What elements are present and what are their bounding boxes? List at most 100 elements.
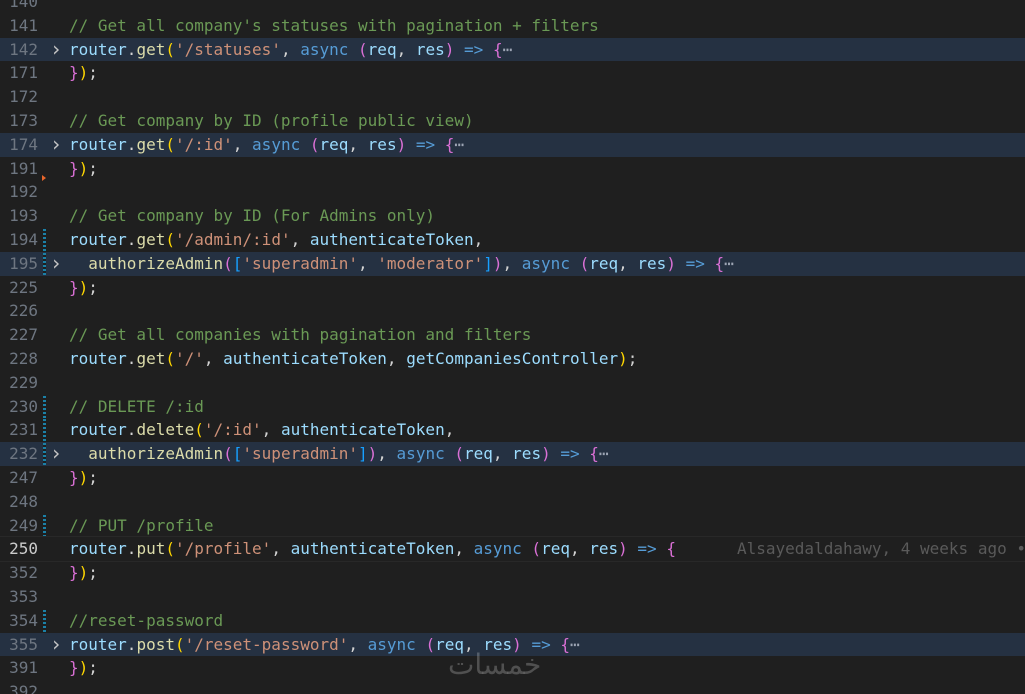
code-line[interactable]: 195 › authorizeAdmin(['superadmin', 'mode… <box>0 251 1025 276</box>
line-number: 391 <box>9 658 38 678</box>
code-token: => <box>560 444 580 464</box>
code-token: ( <box>165 134 175 154</box>
folded-ellipsis-icon[interactable]: ⋯ <box>724 254 734 273</box>
line-number: 353 <box>9 586 38 606</box>
code-line[interactable]: 228 router.get('/', authenticateToken, ge… <box>0 347 1025 371</box>
code-line[interactable]: 140 <box>0 0 1025 14</box>
code-token: req <box>589 253 619 273</box>
code-token: ; <box>88 277 98 297</box>
code-token: ( <box>309 134 320 154</box>
line-number: 192 <box>9 182 38 202</box>
git-change-indicator[interactable] <box>43 228 46 251</box>
code-line[interactable]: 173 // Get company by ID (profile public … <box>0 109 1025 133</box>
git-change-indicator[interactable] <box>43 443 46 466</box>
fold-chevron-icon[interactable]: › <box>49 633 63 655</box>
code-line[interactable]: 392 <box>0 680 1025 694</box>
code-line[interactable]: 354 //reset-password <box>0 609 1025 633</box>
git-change-indicator[interactable] <box>43 419 46 442</box>
code-token: ) <box>396 134 407 154</box>
code-text: router.get('/:id', async (req, res) => {… <box>69 133 464 157</box>
code-token: delete <box>136 420 195 440</box>
code-token: . <box>126 134 137 154</box>
code-token: } <box>69 277 79 297</box>
code-text: }); <box>69 561 98 585</box>
code-line[interactable]: 141 // Get all company's statuses with pa… <box>0 14 1025 38</box>
code-token: router <box>69 420 127 440</box>
code-token: { <box>714 253 725 273</box>
code-token: req <box>367 39 397 59</box>
line-number: 354 <box>9 610 38 630</box>
code-token: authorizeAdmin <box>88 253 224 273</box>
git-blame-annotation[interactable]: Alsayedaldahawy, 4 weeks ago • <box>737 537 1025 561</box>
code-token: [ <box>232 253 243 273</box>
code-token: ) <box>78 277 89 297</box>
code-token: ; <box>88 63 98 83</box>
code-token: post <box>136 634 175 654</box>
code-token: { <box>444 134 455 154</box>
code-line[interactable]: 231 router.delete('/:id', authenticateTok… <box>0 418 1025 442</box>
line-number: 193 <box>9 206 38 226</box>
fold-chevron-icon[interactable]: › <box>49 442 63 464</box>
code-line[interactable]: 352}); <box>0 561 1025 585</box>
git-change-indicator[interactable] <box>43 252 46 275</box>
code-token: ( <box>165 229 175 249</box>
code-token: '/' <box>174 348 204 368</box>
code-line[interactable]: 226 <box>0 299 1025 323</box>
code-token: '/:id' <box>174 134 233 154</box>
code-line[interactable]: 225}); <box>0 276 1025 300</box>
code-line[interactable]: 227 // Get all companies with pagination … <box>0 323 1025 347</box>
git-change-indicator[interactable] <box>43 514 46 537</box>
fold-chevron-icon[interactable]: › <box>49 133 63 155</box>
code-line[interactable]: 142 › router.get('/statuses', async (req, … <box>0 37 1025 62</box>
code-line[interactable]: 247}); <box>0 466 1025 490</box>
code-line[interactable]: 194 router.get('/admin/:id', authenticate… <box>0 228 1025 252</box>
code-token: ( <box>454 444 464 464</box>
code-line[interactable]: 353 <box>0 585 1025 609</box>
code-token: ) <box>78 467 89 487</box>
folded-ellipsis-icon[interactable]: ⋯ <box>503 40 513 59</box>
code-token: get <box>136 134 166 154</box>
code-token: , <box>502 253 522 273</box>
code-text: // DELETE /:id <box>69 395 204 419</box>
code-line[interactable]: 232 › authorizeAdmin(['superadmin']), asy… <box>0 442 1025 466</box>
code-token: authenticateToken <box>280 420 445 440</box>
git-change-indicator[interactable] <box>43 609 46 632</box>
code-editor[interactable]: 140 141 // Get all company's statuses with… <box>0 0 1025 694</box>
code-line[interactable]: 192 <box>0 180 1025 204</box>
code-token: , <box>473 229 484 249</box>
code-token: ) <box>78 563 89 583</box>
code-token: => <box>685 253 705 273</box>
code-line[interactable]: 191}); <box>0 157 1025 181</box>
code-token: 'superadmin' <box>242 444 358 464</box>
fold-chevron-icon[interactable]: › <box>49 38 63 60</box>
line-number: 174 <box>9 134 38 154</box>
code-token: async <box>473 539 522 559</box>
code-text: router.get('/statuses', async (req, res)… <box>69 38 512 62</box>
code-line[interactable]: 172 <box>0 85 1025 109</box>
code-token: authenticateToken <box>290 539 455 559</box>
code-line[interactable]: 171}); <box>0 61 1025 85</box>
folded-ellipsis-icon[interactable]: ⋯ <box>570 635 580 654</box>
fold-chevron-icon[interactable]: › <box>49 252 63 274</box>
folded-ellipsis-icon[interactable]: ⋯ <box>599 444 609 463</box>
code-token: get <box>136 229 166 249</box>
code-line[interactable]: 174 › router.get('/:id', async (req, res) … <box>0 132 1025 157</box>
code-line[interactable]: 250 router.put('/profile', authenticateTo… <box>0 536 1025 563</box>
code-line[interactable]: 248 <box>0 490 1025 514</box>
code-token: authenticateToken <box>309 229 474 249</box>
code-token: authorizeAdmin <box>88 444 224 464</box>
code-token: , <box>444 420 455 440</box>
code-token: ] <box>358 444 368 464</box>
code-token: ( <box>223 253 233 273</box>
folded-ellipsis-icon[interactable]: ⋯ <box>454 135 464 154</box>
code-line[interactable]: 229 <box>0 371 1025 395</box>
code-line[interactable]: 230 // DELETE /:id <box>0 395 1025 419</box>
code-line[interactable]: 193 // Get company by ID (For Admins only… <box>0 204 1025 228</box>
code-line[interactable]: 249 // PUT /profile <box>0 514 1025 538</box>
git-change-indicator[interactable] <box>43 395 46 418</box>
